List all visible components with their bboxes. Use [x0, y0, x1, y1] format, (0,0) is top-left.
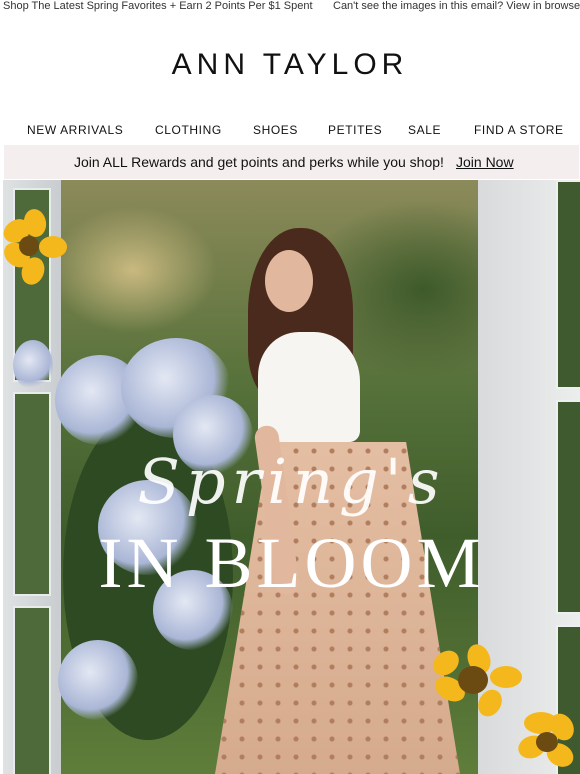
window-pane: [13, 606, 51, 774]
nav-new-arrivals[interactable]: NEW ARRIVALS: [27, 123, 123, 137]
nav-petites[interactable]: PETITES: [328, 123, 382, 137]
view-in-browser-link[interactable]: Can't see the images in this email? View…: [333, 0, 580, 12]
preheader: Shop The Latest Spring Favorites + Earn …: [0, 0, 580, 14]
model-white-top: [258, 332, 360, 442]
join-now-link[interactable]: Join Now: [456, 154, 514, 170]
window-pane: [556, 180, 580, 389]
yellow-flower-icon: [3, 207, 69, 300]
hydrangea-bloom: [13, 340, 53, 390]
hero-image[interactable]: Spring's IN BLOOM: [3, 180, 580, 774]
hero-headline: IN BLOOM: [98, 523, 485, 603]
nav-sale[interactable]: SALE: [408, 123, 441, 137]
preheader-promo: Shop The Latest Spring Favorites + Earn …: [3, 0, 313, 12]
hydrangea-bloom: [58, 640, 138, 720]
rewards-banner: Join ALL Rewards and get points and perk…: [4, 145, 579, 179]
rewards-message: Join ALL Rewards and get points and perk…: [74, 154, 444, 170]
main-nav: NEW ARRIVALS CLOTHING SHOES PETITES SALE…: [0, 123, 580, 137]
yellow-flower-icon: [515, 709, 580, 774]
nav-clothing[interactable]: CLOTHING: [155, 123, 222, 137]
model-face: [265, 250, 313, 312]
nav-find-a-store[interactable]: FIND A STORE: [474, 123, 564, 137]
yellow-flower-icon: [428, 641, 528, 728]
hero-script-text: Spring's: [137, 445, 446, 518]
nav-shoes[interactable]: SHOES: [253, 123, 298, 137]
brand-logo[interactable]: ANN TAYLOR: [0, 48, 580, 82]
